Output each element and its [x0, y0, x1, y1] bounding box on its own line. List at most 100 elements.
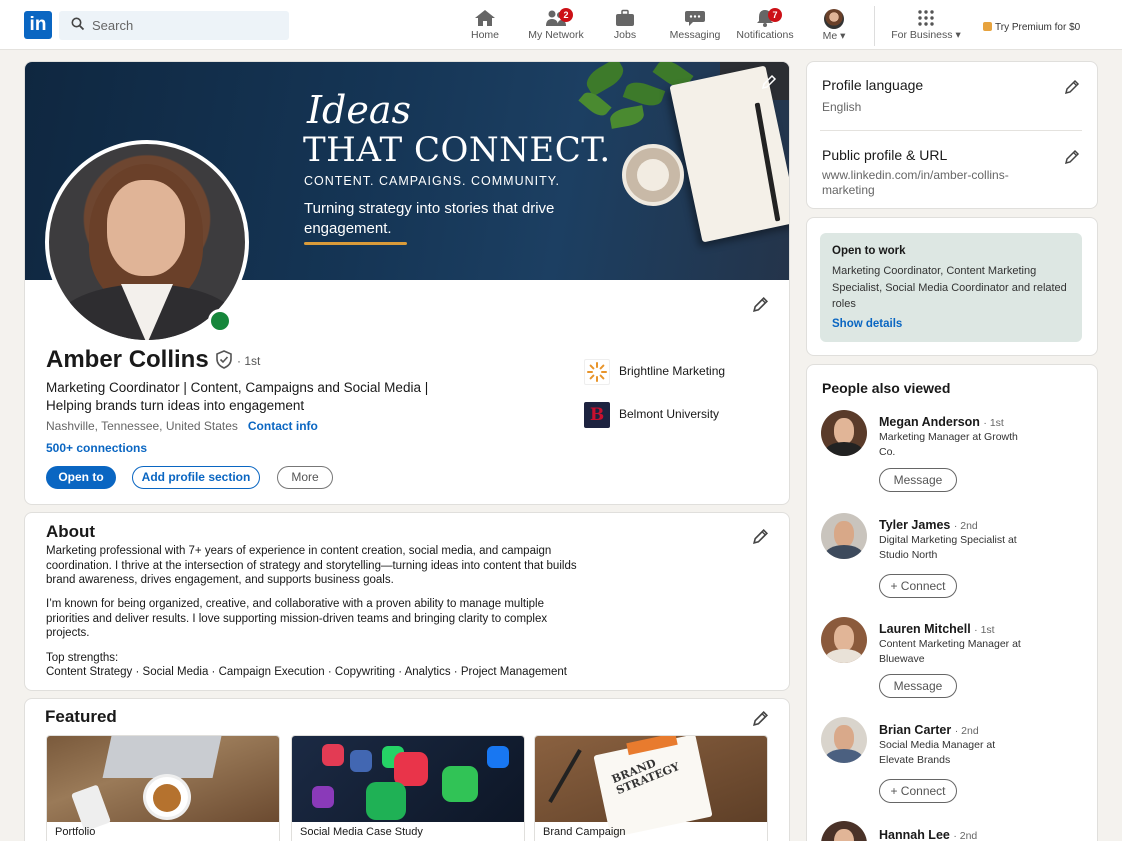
belmont-logo-icon: B [584, 402, 610, 428]
verified-shield-icon[interactable] [215, 350, 233, 369]
nav-home[interactable]: Home [466, 6, 504, 46]
featured-title: Featured [45, 707, 117, 726]
linkedin-logo-icon[interactable]: in [24, 11, 52, 39]
open-to-work-roles: Marketing Coordinator, Content Marketing… [832, 265, 1067, 310]
edit-about-icon[interactable] [752, 528, 769, 545]
org-belmont[interactable]: B Belmont University [584, 402, 719, 428]
about-strengths-label: Top strengths: [46, 652, 119, 664]
brightline-logo-icon [584, 359, 610, 385]
settings-divider [820, 130, 1082, 131]
search-bar[interactable]: Search [59, 11, 289, 40]
featured-item-social-case-study[interactable]: Social Media Case Study [291, 735, 525, 841]
try-premium-link[interactable]: Try Premium for $0 [983, 22, 1080, 33]
banner-coffee-cup [622, 144, 684, 206]
public-profile-url[interactable]: www.linkedin.com/in/amber-collins-market… [822, 168, 1037, 198]
avatar[interactable] [821, 410, 867, 456]
brand-strategy-text: BRAND STRATEGY [609, 756, 682, 798]
open-to-work-title: Open to work [832, 245, 906, 257]
person-title: Content Marketing Manager at Bluewave [879, 638, 1021, 665]
featured-caption: Social Media Case Study [300, 826, 423, 838]
social-apps-image [292, 736, 524, 822]
contact-info-link[interactable]: Contact info [248, 419, 318, 433]
avatar[interactable] [821, 821, 867, 841]
banner-subheadline: CONTENT. CAMPAIGNS. COMMUNITY. [304, 174, 560, 188]
edit-intro-icon[interactable] [752, 296, 769, 313]
avatar[interactable] [821, 617, 867, 663]
messaging-icon [685, 11, 705, 26]
edit-featured-icon[interactable] [752, 710, 769, 727]
edit-banner-icon[interactable] [761, 74, 777, 90]
person-name[interactable]: Tyler James · 2nd [879, 518, 978, 532]
connections-count[interactable]: 500+ connections [46, 441, 147, 455]
add-profile-section-button[interactable]: Add profile section [132, 466, 260, 489]
top-nav: in Search Home My Network 2 Jobs Messagi… [0, 0, 1122, 50]
nav-jobs[interactable]: Jobs [608, 6, 642, 46]
me-avatar [824, 9, 844, 29]
nav-me[interactable]: Me ▾ [816, 6, 852, 46]
banner-leaf [622, 78, 666, 110]
person-name[interactable]: Hannah Lee · 2nd [879, 828, 977, 841]
people-also-viewed-title: People also viewed [822, 380, 951, 396]
message-button[interactable]: Message [879, 674, 957, 698]
banner-tagline: Turning strategy into stories that drive… [304, 200, 555, 237]
avatar[interactable] [821, 513, 867, 559]
person-title: Digital Marketing Specialist at Studio N… [879, 534, 1017, 561]
about-strengths: Content Strategy · Social Media · Campai… [46, 666, 567, 678]
edit-url-icon[interactable] [1064, 149, 1080, 165]
profile-card: Ideas THAT CONNECT. CONTENT. CAMPAIGNS. … [24, 61, 790, 505]
banner-headline: THAT CONNECT. [303, 130, 611, 170]
about-paragraph-2: I’m known for being organized, creative,… [46, 598, 548, 640]
briefcase-icon [616, 9, 634, 26]
open-to-work-card: Open to work Marketing Coordinator, Cont… [806, 217, 1098, 356]
about-title: About [46, 522, 96, 541]
public-profile-title: Public profile & URL [822, 147, 948, 163]
profile-language-title: Profile language [822, 77, 924, 93]
people-also-viewed-card: People also viewed Megan Anderson · 1st … [806, 364, 1098, 841]
featured-card: Featured Portfolio Social Media Case Stu… [24, 698, 790, 841]
about-card: About Marketing professional with 7+ yea… [24, 512, 790, 691]
nav-messaging[interactable]: Messaging [668, 6, 722, 46]
profile-settings-card: Profile language English Public profile … [806, 61, 1098, 209]
person-title: Marketing Manager at Growth Co. [879, 431, 1018, 458]
person-title: Social Media Manager at Elevate Brands [879, 739, 996, 766]
about-paragraph-1: Marketing professional with 7+ years of … [46, 545, 577, 587]
search-icon [71, 17, 85, 31]
open-to-work-box[interactable]: Open to work Marketing Coordinator, Cont… [820, 233, 1082, 342]
search-input[interactable]: Search [92, 18, 133, 33]
profile-name: Amber Collins [46, 346, 209, 373]
featured-caption: Brand Campaign [543, 826, 626, 838]
banner-script-text: Ideas [307, 88, 411, 132]
notifications-badge: 7 [768, 8, 782, 22]
network-badge: 2 [559, 8, 573, 22]
show-details-link[interactable]: Show details [832, 318, 902, 330]
profile-headline: Marketing Coordinator | Content, Campaig… [46, 380, 429, 413]
brand-campaign-image: BRAND STRATEGY [535, 736, 767, 838]
message-button[interactable]: Message [879, 468, 957, 492]
person-name[interactable]: Lauren Mitchell · 1st [879, 622, 995, 636]
person-name[interactable]: Megan Anderson · 1st [879, 415, 1004, 429]
profile-location: Nashville, Tennessee, United States Conta… [46, 419, 318, 433]
featured-caption: Portfolio [55, 826, 96, 838]
featured-item-portfolio[interactable]: Portfolio [46, 735, 280, 841]
premium-icon [983, 22, 992, 31]
online-status-dot [208, 309, 232, 333]
nav-for-business[interactable]: For Business ▾ [888, 6, 964, 46]
more-button[interactable]: More [277, 466, 333, 489]
nav-notifications[interactable]: Notifications 7 [734, 6, 796, 46]
org-brightline[interactable]: Brightline Marketing [584, 359, 725, 385]
open-to-button[interactable]: Open to [46, 466, 116, 489]
connect-button[interactable]: + Connect [879, 779, 957, 803]
featured-item-brand-campaign[interactable]: BRAND STRATEGY Brand Campaign [534, 735, 768, 841]
portfolio-image [47, 736, 279, 832]
nav-my-network[interactable]: My Network 2 [524, 6, 588, 46]
connect-button[interactable]: + Connect [879, 574, 957, 598]
nav-divider [874, 6, 875, 46]
edit-language-icon[interactable] [1064, 79, 1080, 95]
connection-degree: · 1st [237, 354, 261, 368]
avatar[interactable] [821, 717, 867, 763]
banner-leaf [608, 105, 646, 129]
grid-icon [918, 10, 934, 26]
chevron-down-icon: ▾ [840, 30, 846, 42]
person-name[interactable]: Brian Carter · 2nd [879, 723, 979, 737]
home-icon [475, 10, 495, 26]
